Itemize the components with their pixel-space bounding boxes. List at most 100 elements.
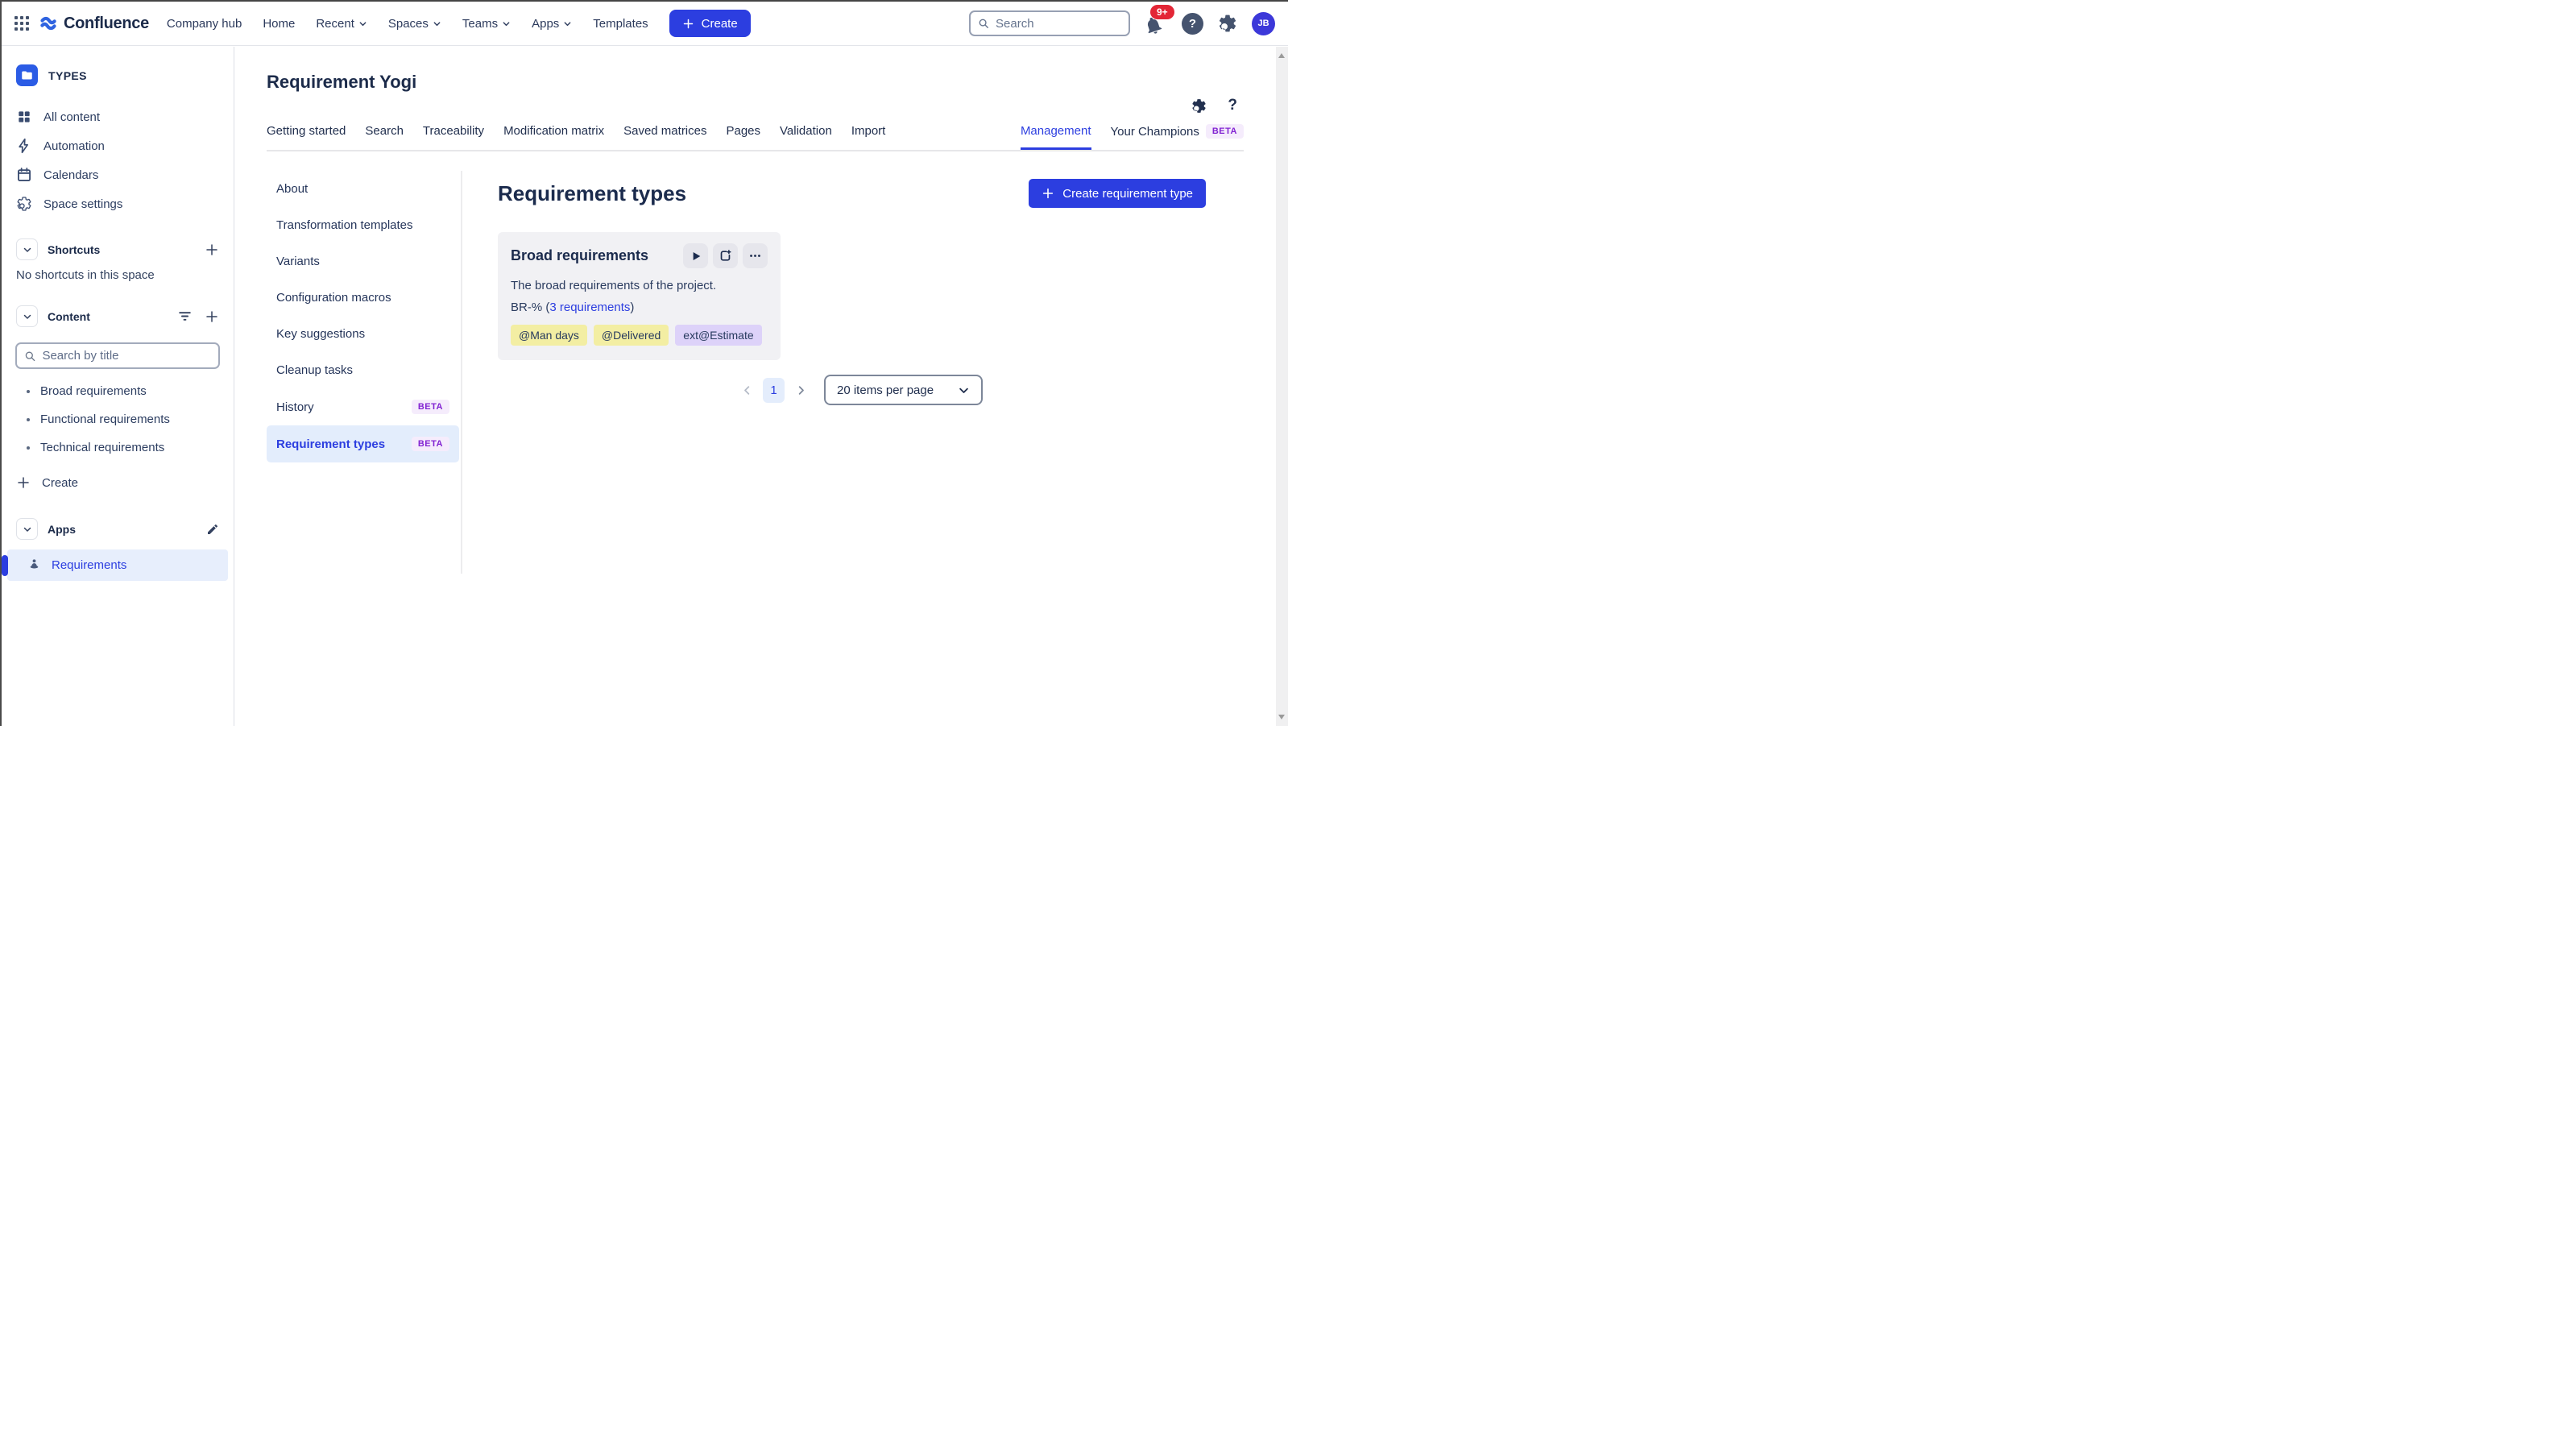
search-by-title[interactable]: [15, 342, 220, 369]
content-item-broad-requirements[interactable]: Broad requirements: [2, 377, 234, 405]
sidebar-item-calendars[interactable]: Calendars: [2, 160, 234, 189]
next-page-button[interactable]: [791, 380, 810, 400]
settings-nav-item-requirement-types[interactable]: Requirement types BETA: [267, 425, 459, 462]
requirements-count-link[interactable]: 3 requirements: [549, 301, 630, 314]
chevron-down-icon: [23, 314, 31, 319]
sidebar-item-automation[interactable]: Automation: [2, 131, 234, 160]
card-title: Broad requirements: [511, 247, 649, 263]
folder-icon: [22, 71, 32, 80]
search-icon: [25, 351, 35, 361]
nav-item-teams[interactable]: Teams: [462, 17, 511, 31]
add-shortcut-button[interactable]: [205, 243, 219, 257]
calendar-icon: [18, 168, 31, 181]
page-size-select[interactable]: 20 items per page: [824, 375, 983, 405]
tab-modification-matrix[interactable]: Modification matrix: [503, 124, 604, 148]
filter-content-button[interactable]: [177, 309, 193, 324]
filter-icon: [179, 312, 191, 321]
app-settings-button[interactable]: [1191, 97, 1207, 114]
nav-item-recent[interactable]: Recent: [316, 17, 367, 31]
card-description: The broad requirements of the project.: [511, 279, 717, 292]
collapse-content-button[interactable]: [16, 305, 38, 327]
settings-nav-item-variants[interactable]: Variants: [267, 243, 459, 280]
tab-validation[interactable]: Validation: [780, 124, 832, 148]
chevron-down-icon: [23, 527, 31, 532]
export-plus-icon: [720, 250, 731, 261]
tab-saved-matrices[interactable]: Saved matrices: [623, 124, 706, 148]
settings-button[interactable]: [1217, 13, 1238, 34]
collapse-apps-button[interactable]: [16, 518, 38, 540]
property-tag: @Man days: [511, 325, 587, 346]
search-input[interactable]: [996, 16, 1121, 31]
sidebar-item-all-content[interactable]: All content: [2, 102, 234, 131]
tab-management[interactable]: Management: [1020, 124, 1091, 150]
card-properties: @Man days @Delivered ext@Estimate: [511, 325, 768, 346]
tab-your-champions[interactable]: Your Champions BETA: [1111, 124, 1244, 149]
confluence-logo-icon: [40, 16, 56, 31]
ellipsis-icon: [750, 255, 760, 257]
chevron-down-icon: [23, 247, 31, 252]
settings-nav-item-history[interactable]: History BETA: [267, 388, 459, 425]
plus-icon: [683, 19, 693, 28]
sidebar-item-space-settings[interactable]: Space settings: [2, 189, 234, 218]
settings-nav-item-key-suggestions[interactable]: Key suggestions: [267, 316, 459, 352]
create-requirement-type-button[interactable]: Create requirement type: [1029, 179, 1206, 208]
previous-page-button[interactable]: [737, 380, 756, 400]
search-by-title-input[interactable]: [42, 349, 211, 363]
tab-search[interactable]: Search: [365, 124, 404, 148]
tab-traceability[interactable]: Traceability: [423, 124, 484, 148]
add-content-button[interactable]: [205, 309, 219, 324]
search-icon: [979, 19, 988, 28]
more-actions-button[interactable]: [743, 243, 768, 268]
chevron-down-icon: [959, 388, 968, 393]
global-search[interactable]: [969, 10, 1130, 36]
tab-bar: Getting started Search Traceability Modi…: [267, 124, 1244, 151]
notifications-button[interactable]: 9+: [1144, 5, 1174, 35]
global-create-button[interactable]: Create: [669, 10, 751, 37]
chevron-down-icon: [359, 21, 367, 26]
content-item-functional-requirements[interactable]: Functional requirements: [2, 405, 234, 433]
nine-dots-icon: [14, 16, 29, 31]
tab-getting-started[interactable]: Getting started: [267, 124, 346, 148]
chevron-left-icon: [743, 385, 749, 395]
space-header[interactable]: TYPES: [2, 58, 234, 102]
global-nav: Company hub Home Recent Spaces Teams App…: [167, 17, 648, 31]
run-button[interactable]: [683, 243, 708, 268]
user-avatar[interactable]: JB: [1252, 11, 1275, 35]
settings-nav-item-configuration-macros[interactable]: Configuration macros: [267, 280, 459, 316]
nav-item-apps[interactable]: Apps: [532, 17, 572, 31]
sidebar-item-requirements[interactable]: Requirements: [2, 549, 228, 581]
apps-section-header: Apps: [2, 511, 234, 547]
nav-item-templates[interactable]: Templates: [593, 17, 648, 31]
content-item-technical-requirements[interactable]: Technical requirements: [2, 433, 234, 462]
space-nav: All content Automation Calendars Space s…: [2, 102, 234, 218]
tab-import[interactable]: Import: [851, 124, 886, 148]
active-indicator: [2, 554, 8, 576]
confluence-logo[interactable]: Confluence: [39, 14, 149, 33]
scrollbar-up-arrow[interactable]: [1278, 53, 1285, 58]
page-scrollbar[interactable]: [1276, 47, 1288, 726]
requirement-yogi-icon: [30, 559, 39, 569]
settings-nav-item-transformation-templates[interactable]: Transformation templates: [267, 207, 459, 243]
tab-pages[interactable]: Pages: [726, 124, 760, 148]
collapse-shortcuts-button[interactable]: [16, 238, 38, 260]
space-sidebar: TYPES All content Automation Calendars S…: [2, 47, 234, 726]
app-help-button[interactable]: ?: [1228, 97, 1237, 114]
nav-item-company-hub[interactable]: Company hub: [167, 17, 242, 31]
nav-item-spaces[interactable]: Spaces: [388, 17, 441, 31]
scrollbar-down-arrow[interactable]: [1278, 715, 1285, 719]
window-left-edge: [0, 0, 2, 726]
nav-item-home[interactable]: Home: [263, 17, 295, 31]
export-button[interactable]: [713, 243, 738, 268]
settings-nav-item-cleanup-tasks[interactable]: Cleanup tasks: [267, 352, 459, 388]
edit-apps-button[interactable]: [206, 523, 219, 536]
current-page[interactable]: 1: [763, 377, 785, 403]
plus-icon: [206, 310, 217, 322]
section-heading: Requirement types: [498, 180, 687, 205]
requirement-types-panel: Requirement types Create requirement typ…: [498, 171, 1206, 405]
sidebar-create-button[interactable]: Create: [2, 467, 234, 498]
bullet-icon: [27, 389, 30, 393]
app-switcher-icon[interactable]: [14, 16, 39, 31]
settings-nav-item-about[interactable]: About: [267, 171, 459, 207]
plus-icon: [1043, 188, 1054, 199]
help-button[interactable]: ?: [1182, 12, 1203, 35]
